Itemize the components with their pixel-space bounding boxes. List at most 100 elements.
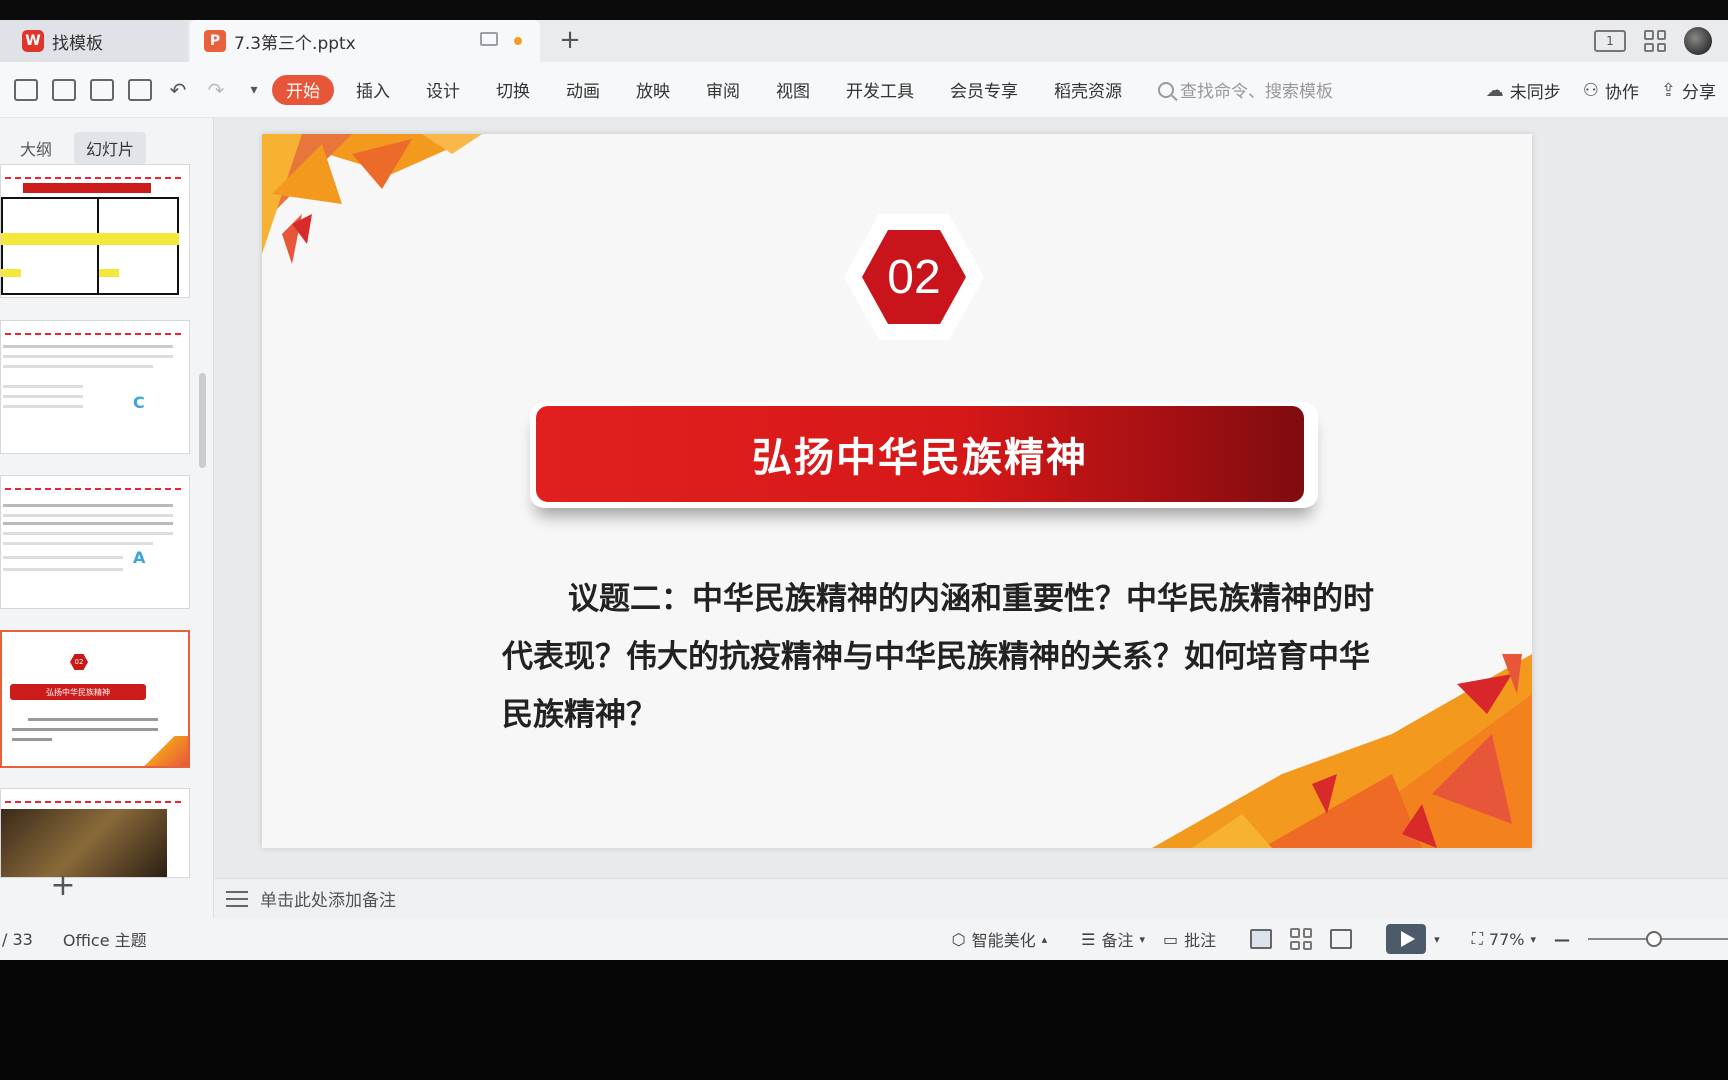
- presentation-file-icon: P: [204, 30, 226, 52]
- thumb-table: [1, 197, 179, 295]
- thumb-text-line: [3, 542, 153, 545]
- tab-find-template[interactable]: W 找模板: [0, 20, 188, 62]
- screen-bottom-edge: [0, 960, 1728, 1080]
- export-icon[interactable]: [52, 78, 76, 101]
- wps-logo-icon: W: [22, 30, 44, 52]
- thumb-table-col: [97, 197, 99, 295]
- normal-view-icon[interactable]: [1250, 929, 1273, 949]
- menu-docer[interactable]: 稻壳资源: [1036, 75, 1140, 105]
- menu-developer[interactable]: 开发工具: [828, 75, 932, 105]
- menu-animation[interactable]: 动画: [548, 75, 618, 105]
- search-icon: [1158, 81, 1174, 98]
- zoom-fit-button[interactable]: ⛶ 77% ▾: [1472, 929, 1536, 949]
- share-button[interactable]: ⇪ 分享: [1661, 78, 1716, 103]
- add-slide-button[interactable]: +: [48, 868, 78, 903]
- thumb-answer-letter: A: [133, 548, 146, 567]
- layout-toggle-icon[interactable]: 1: [1594, 30, 1626, 52]
- slide-sorter-icon[interactable]: [1290, 928, 1313, 950]
- chevron-down-icon[interactable]: ▾: [1434, 933, 1440, 946]
- chevron-up-icon: ▴: [1041, 932, 1048, 946]
- zoom-slider-handle[interactable]: [1646, 931, 1662, 947]
- comment-label: 批注: [1184, 931, 1217, 950]
- menu-home[interactable]: 开始: [272, 74, 334, 105]
- tab-bar: W 找模板 P 7.3第三个.pptx + 1: [0, 20, 1728, 62]
- command-search[interactable]: 查找命令、搜索模板: [1158, 77, 1333, 102]
- beautify-label: 智能美化: [971, 931, 1036, 950]
- tab-label: 7.3第三个.pptx: [234, 33, 356, 54]
- slide-title[interactable]: 弘扬中华民族精神: [536, 406, 1304, 502]
- notes-pane[interactable]: 单击此处添加备注: [214, 878, 1728, 918]
- slide-thumbnail-selected[interactable]: 02 弘扬中华民族精神: [0, 630, 190, 768]
- sidebar-scrollbar[interactable]: [199, 373, 206, 468]
- zoom-out-button[interactable]: —: [1554, 930, 1570, 949]
- status-bar: / 33 Office 主题 ⬡ 智能美化 ▴ ☰ 备注 ▾ ▭ 批注 ▾ ⛶ …: [0, 918, 1728, 960]
- tab-document[interactable]: P 7.3第三个.pptx: [190, 20, 540, 62]
- menu-view[interactable]: 视图: [758, 75, 828, 105]
- undo-icon[interactable]: ↶: [166, 78, 190, 102]
- sync-label: 未同步: [1509, 82, 1561, 103]
- thumb-text-line: [3, 365, 153, 368]
- apps-grid-icon[interactable]: [1644, 30, 1666, 52]
- save-icon[interactable]: [14, 78, 38, 101]
- slide-counter: / 33: [2, 929, 33, 949]
- ribbon-right-actions: ☁ 未同步 ⚇ 协作 ⇪ 分享: [1486, 62, 1716, 118]
- menu-slideshow[interactable]: 放映: [618, 75, 688, 105]
- reading-view-icon[interactable]: [1330, 929, 1353, 949]
- zoom-slider[interactable]: [1588, 931, 1728, 947]
- collaborate-button[interactable]: ⚇ 协作: [1583, 78, 1639, 103]
- slide-body-text[interactable]: 议题二：中华民族精神的内涵和重要性？中华民族精神的时代表现？伟大的抗疫精神与中华…: [502, 570, 1382, 744]
- comment-button[interactable]: ▭ 批注: [1163, 927, 1216, 951]
- play-slideshow-button[interactable]: [1386, 924, 1427, 954]
- thumb-text-line: [3, 532, 173, 535]
- notes-toggle-button[interactable]: ☰ 备注 ▾: [1081, 927, 1145, 951]
- monitor-icon[interactable]: [480, 32, 498, 46]
- thumb-text-line: [3, 522, 173, 525]
- notes-icon: [226, 890, 248, 907]
- sidebar-tabs: 大纲 幻灯片: [0, 132, 147, 164]
- chevron-down-icon: ▾: [1530, 932, 1536, 946]
- redo-icon[interactable]: ↷: [204, 78, 228, 102]
- chevron-down-icon: ▾: [1139, 932, 1146, 946]
- menu-insert[interactable]: 插入: [338, 75, 408, 105]
- comment-icon: ▭: [1163, 929, 1179, 949]
- tab-slides[interactable]: 幻灯片: [74, 132, 147, 164]
- new-tab-button[interactable]: +: [554, 24, 586, 56]
- tab-outline[interactable]: 大纲: [8, 132, 64, 164]
- thumb-number-hex: 02: [70, 654, 88, 670]
- ribbon-menu-bar: ↶ ↷ ▾ 开始 插入 设计 切换 动画 放映 审阅 视图 开发工具 会员专享 …: [0, 62, 1728, 118]
- thumb-text-line: [3, 556, 123, 559]
- thumb-text-line: [12, 728, 158, 731]
- theme-name[interactable]: Office 主题: [63, 927, 147, 951]
- cloud-icon: ☁: [1485, 79, 1504, 101]
- thumb-divider: [5, 333, 181, 335]
- fit-window-icon: ⛶: [1471, 929, 1483, 948]
- menu-review[interactable]: 审阅: [688, 75, 758, 105]
- menu-design[interactable]: 设计: [408, 75, 478, 105]
- chevron-down-icon[interactable]: ▾: [242, 79, 266, 101]
- notes-placeholder: 单击此处添加备注: [260, 891, 396, 911]
- thumb-title-bar: 弘扬中华民族精神: [10, 684, 146, 700]
- thumb-highlight: [1, 269, 21, 277]
- slide-thumbnail[interactable]: C: [0, 320, 190, 454]
- user-avatar[interactable]: [1684, 27, 1712, 55]
- smart-beautify-button[interactable]: ⬡ 智能美化 ▴: [952, 927, 1048, 951]
- print-icon[interactable]: [90, 78, 114, 101]
- notes-label: 备注: [1101, 931, 1134, 950]
- menu-transition[interactable]: 切换: [478, 75, 548, 105]
- menu-member[interactable]: 会员专享: [932, 75, 1036, 105]
- sync-button[interactable]: ☁ 未同步: [1486, 78, 1561, 103]
- quick-access-toolbar: ↶ ↷ ▾: [0, 78, 268, 102]
- thumb-divider: [5, 177, 181, 179]
- slide-thumbnail[interactable]: [0, 788, 190, 878]
- slide-thumbnail-panel: 大纲 幻灯片 C A 02 弘扬中华民族精神 +: [0, 118, 214, 950]
- thumb-text-line: [3, 385, 83, 388]
- beautify-icon: ⬡: [951, 929, 966, 949]
- slide-thumbnail[interactable]: A: [0, 475, 190, 609]
- current-slide[interactable]: 02 弘扬中华民族精神 议题二：中华民族精神的内涵和重要性？中华民族精神的时代表…: [262, 134, 1532, 848]
- print-preview-icon[interactable]: [128, 78, 152, 101]
- tab-label: 找模板: [52, 33, 103, 54]
- unsaved-dot-icon: [514, 37, 522, 45]
- slide-thumbnail[interactable]: [0, 164, 190, 298]
- section-number-badge: 02: [844, 214, 984, 340]
- search-placeholder: 查找命令、搜索模板: [1180, 82, 1333, 102]
